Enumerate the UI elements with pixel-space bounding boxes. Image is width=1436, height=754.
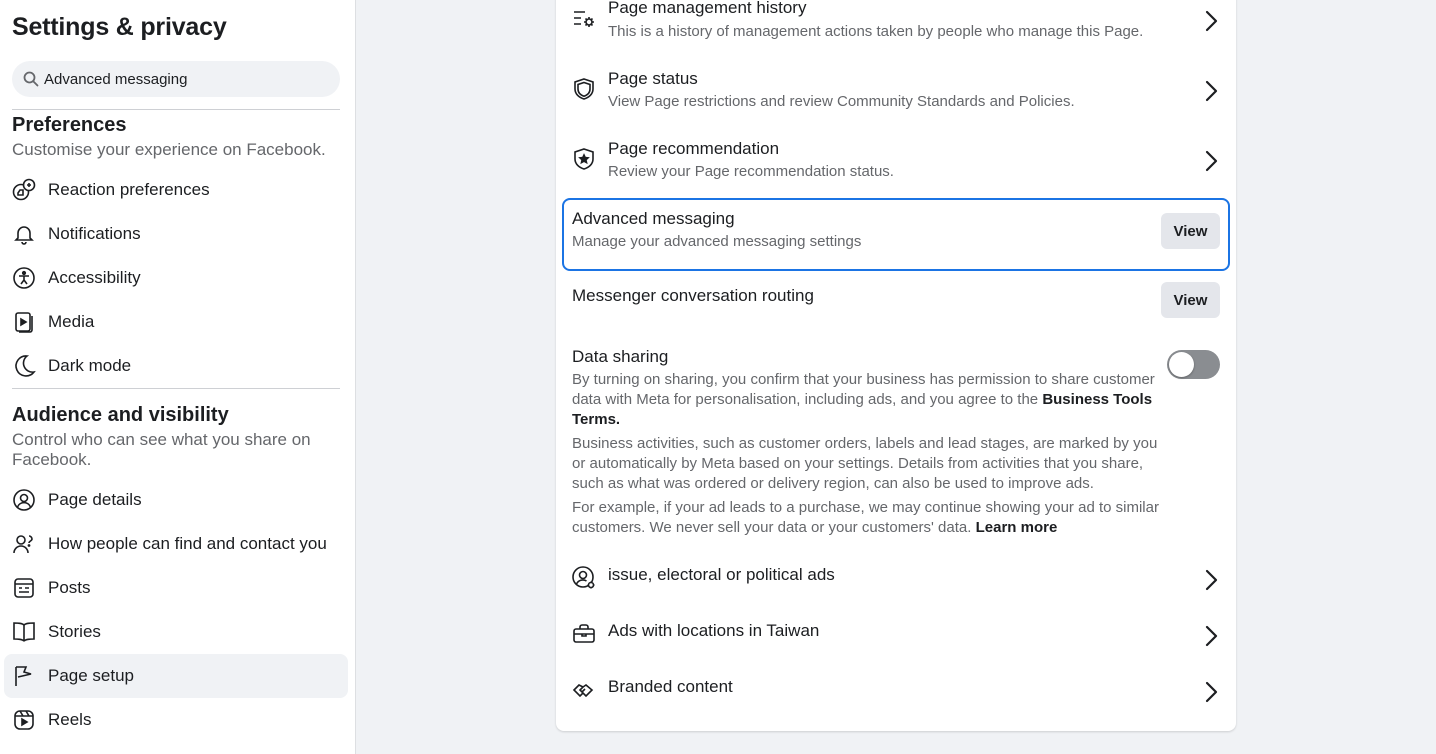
data-sharing-paragraph-3: For example, if your ad leads to a purch… [572, 498, 1162, 538]
sidebar-item-label: Dark mode [48, 356, 132, 375]
bell-icon [14, 226, 34, 245]
row-title: Advanced messaging [572, 209, 735, 228]
settings-sidebar: Settings & privacy Preferences Customise… [0, 0, 356, 754]
accessibility-icon [13, 267, 35, 289]
row-description: Review your Page recommendation status. [608, 163, 894, 180]
sidebar-item-stories[interactable]: Stories [4, 610, 348, 654]
messenger-routing-view-button[interactable]: View [1161, 282, 1220, 318]
find-contact-icon [13, 535, 33, 554]
sidebar-item-dark-mode[interactable]: Dark mode [4, 344, 348, 388]
row-description: Manage your advanced messaging settings [572, 233, 862, 250]
advanced-messaging-view-button[interactable]: View [1161, 213, 1220, 249]
page-status-row[interactable]: Page status View Page restrictions and r… [572, 68, 1224, 118]
ads-locations-taiwan-row[interactable]: Ads with locations in Taiwan [572, 618, 1224, 654]
preferences-subtitle: Customise your experience on Facebook. [12, 140, 326, 159]
media-icon [15, 312, 33, 333]
toggle-knob [1169, 352, 1194, 377]
sidebar-item-reels[interactable]: Reels [4, 698, 348, 742]
chevron-right-icon [1205, 569, 1218, 591]
page-management-history-row[interactable]: Page management history This is a histor… [572, 0, 1224, 50]
sidebar-item-reaction-preferences[interactable]: Reaction preferences [4, 168, 348, 212]
data-sharing-title: Data sharing [572, 347, 669, 366]
sidebar-item-page-setup[interactable]: Page setup [4, 654, 348, 698]
political-ads-row[interactable]: issue, electoral or political ads [572, 562, 1224, 598]
chevron-right-icon [1205, 150, 1218, 172]
sidebar-item-label: Reaction preferences [48, 180, 210, 199]
audience-heading: Audience and visibility [12, 404, 229, 426]
chevron-right-icon [1205, 80, 1218, 102]
book-icon [13, 622, 35, 642]
chevron-right-icon [1205, 10, 1218, 32]
reels-icon [14, 710, 34, 730]
search-icon [23, 71, 39, 87]
sidebar-item-label: Posts [48, 578, 91, 597]
sidebar-title: Settings & privacy [12, 13, 227, 41]
row-description: This is a history of management actions … [608, 23, 1144, 40]
sidebar-item-label: Media [48, 312, 95, 331]
briefcase-icon [573, 624, 595, 643]
sidebar-item-find-contact[interactable]: How people can find and contact you [4, 522, 348, 566]
handshake-icon [572, 684, 594, 698]
user-circle-icon [13, 489, 35, 511]
posts-icon [14, 578, 34, 598]
data-sharing-text-3: For example, if your ad leads to a purch… [572, 499, 1159, 536]
row-title: Page status [608, 69, 698, 88]
sidebar-item-media[interactable]: Media [4, 300, 348, 344]
audience-subtitle: Control who can see what you share on Fa… [12, 430, 311, 469]
row-title: Messenger conversation routing [572, 286, 814, 305]
advanced-messaging-row: Advanced messaging Manage your advanced … [572, 208, 1224, 258]
moon-icon [15, 355, 36, 377]
data-sharing-row: Data sharing [572, 346, 1224, 372]
row-title: Page recommendation [608, 139, 780, 158]
row-title: Branded content [608, 677, 733, 696]
sidebar-item-label: Notifications [48, 224, 141, 243]
sidebar-item-label: Accessibility [48, 268, 141, 287]
sidebar-item-accessibility[interactable]: Accessibility [4, 256, 348, 300]
search-input[interactable] [44, 61, 324, 97]
flag-icon [15, 666, 32, 686]
messenger-routing-row: Messenger conversation routing [572, 285, 1224, 315]
chevron-right-icon [1205, 681, 1218, 703]
row-description: View Page restrictions and review Commun… [608, 93, 1075, 110]
sidebar-item-label: How people can find and contact you [48, 534, 327, 553]
list-gear-icon [574, 11, 594, 27]
learn-more-link[interactable]: Learn more [976, 519, 1058, 536]
branded-content-row[interactable]: Branded content [572, 674, 1224, 710]
divider [12, 109, 340, 110]
sidebar-item-label: Page details [48, 490, 142, 509]
sidebar-item-label: Stories [48, 622, 101, 641]
row-title: Ads with locations in Taiwan [608, 621, 820, 640]
data-sharing-toggle[interactable] [1167, 350, 1220, 379]
data-sharing-paragraph-2: Business activities, such as customer or… [572, 435, 1158, 492]
search-box[interactable] [12, 61, 340, 97]
sidebar-item-notifications[interactable]: Notifications [4, 212, 348, 256]
sidebar-item-partial[interactable] [4, 742, 348, 754]
user-gear-icon [572, 566, 595, 589]
reaction-icon [12, 178, 36, 201]
sidebar-item-label: Page setup [48, 666, 135, 685]
preferences-heading: Preferences [12, 114, 127, 136]
page-recommendation-row[interactable]: Page recommendation Review your Page rec… [572, 138, 1224, 188]
row-title: Page management history [608, 0, 807, 17]
sidebar-item-page-details[interactable]: Page details [4, 478, 348, 522]
row-title: issue, electoral or political ads [608, 565, 835, 584]
data-sharing-paragraph-1: By turning on sharing, you confirm that … [572, 370, 1162, 430]
sidebar-item-label: Reels [48, 710, 92, 729]
divider [12, 388, 340, 389]
chevron-right-icon [1205, 625, 1218, 647]
sidebar-item-posts[interactable]: Posts [4, 566, 348, 610]
shield-icon [574, 78, 594, 100]
shield-star-icon [574, 148, 594, 170]
